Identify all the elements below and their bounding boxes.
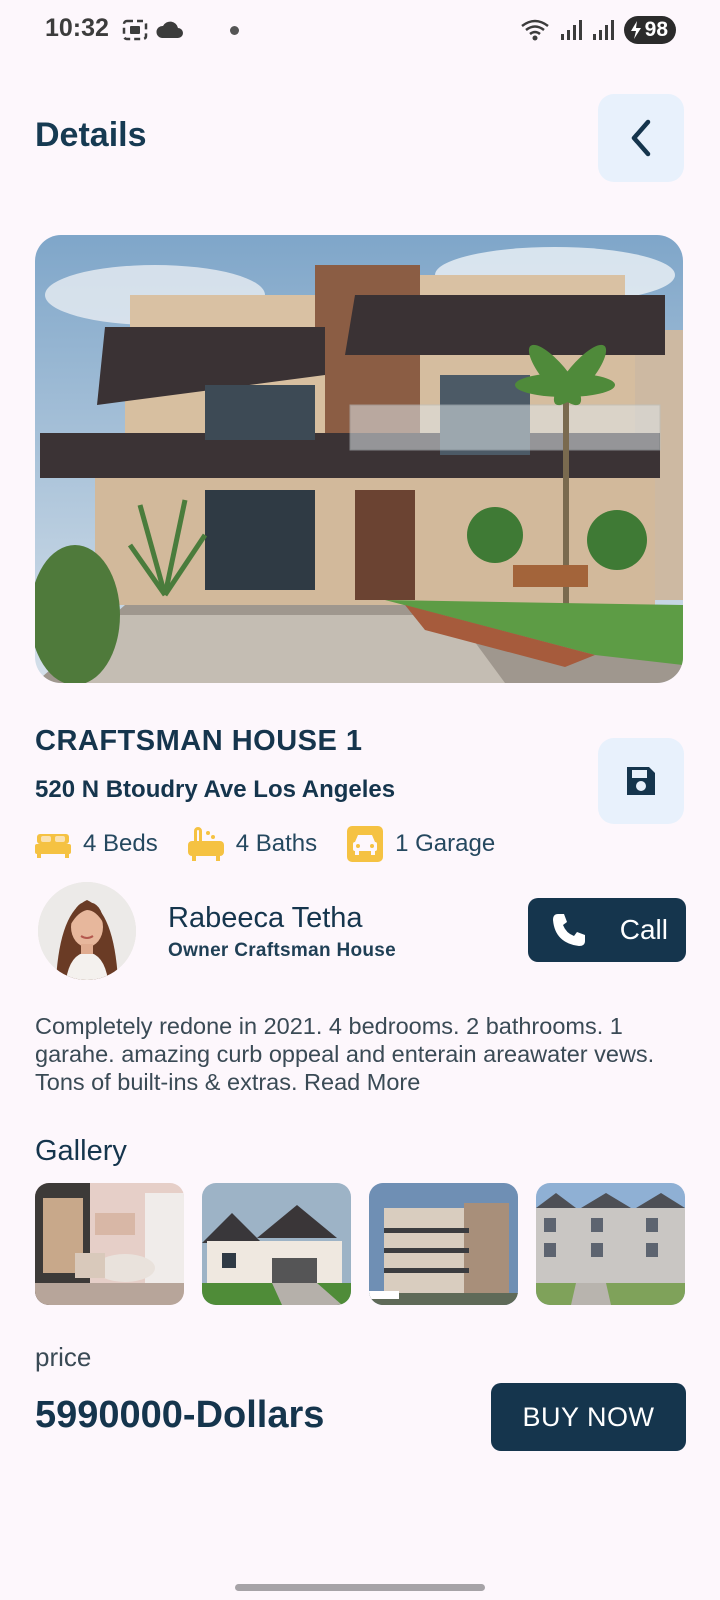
gallery — [35, 1183, 685, 1305]
battery-icon — [630, 21, 641, 39]
signal-icon-2 — [592, 20, 614, 40]
bath-icon — [187, 827, 224, 861]
feature-beds: 4 Beds — [35, 830, 158, 858]
page-title: Details — [35, 116, 147, 154]
property-address: 520 N Btoudry Ave Los Angeles — [35, 776, 396, 803]
owner-name: Rabeeca Tetha — [168, 902, 363, 934]
gallery-item-living-room[interactable] — [35, 1183, 184, 1305]
call-button-label: Call — [619, 914, 668, 945]
feature-beds-label: 4 Beds — [83, 830, 158, 857]
gallery-item-suburban-house[interactable] — [202, 1183, 351, 1305]
car-icon — [347, 826, 384, 862]
phone-icon — [553, 914, 585, 946]
call-button[interactable]: Call — [528, 898, 686, 962]
back-button[interactable] — [598, 94, 684, 182]
home-indicator[interactable] — [235, 1584, 485, 1591]
cloud-icon — [156, 21, 183, 38]
property-features: 4 Beds 4 Baths 1 Garage — [35, 826, 525, 862]
chevron-left-icon — [631, 119, 651, 157]
wifi-icon — [520, 19, 549, 41]
gallery-title: Gallery — [35, 1135, 127, 1167]
status-icons-right: 98 — [520, 16, 676, 44]
price-value: 5990000-Dollars — [35, 1394, 325, 1436]
dot-icon — [230, 25, 239, 35]
battery-level: 98 — [644, 18, 668, 41]
property-name: CRAFTSMAN HOUSE 1 — [35, 725, 363, 757]
buy-now-button[interactable]: BUY NOW — [491, 1383, 686, 1451]
owner-avatar — [38, 882, 136, 980]
feature-garage: 1 Garage — [347, 826, 495, 862]
price-label: price — [35, 1342, 92, 1372]
feature-baths-label: 4 Baths — [235, 830, 318, 857]
save-button[interactable] — [598, 738, 684, 824]
property-description: Completely redone in 2021. 4 bedrooms. 2… — [35, 1013, 655, 1095]
status-time: 10:32 — [45, 14, 109, 42]
bed-icon — [35, 834, 71, 858]
owner-role: Owner Craftsman House — [168, 940, 397, 961]
feature-baths: 4 Baths — [187, 827, 318, 861]
screenshot-icon — [122, 19, 148, 41]
gallery-item-apartment[interactable] — [369, 1183, 518, 1305]
gallery-item-townhouses[interactable] — [536, 1183, 685, 1305]
floppy-disk-icon — [627, 767, 655, 795]
property-hero-image — [35, 235, 683, 683]
feature-garage-label: 1 Garage — [395, 830, 496, 857]
status-icons-left — [122, 18, 239, 42]
signal-icon — [560, 20, 582, 40]
battery-indicator: 98 — [623, 16, 676, 44]
